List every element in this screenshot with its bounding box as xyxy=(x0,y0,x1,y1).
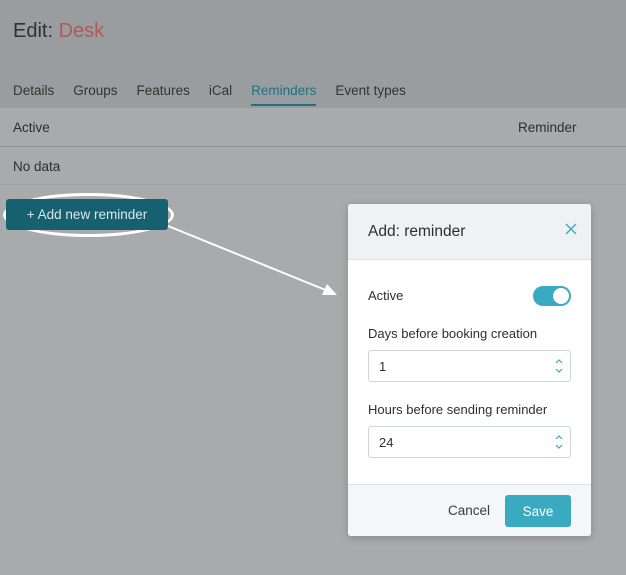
save-button[interactable]: Save xyxy=(505,495,571,527)
toggle-knob xyxy=(553,288,569,304)
stepper-icon[interactable] xyxy=(554,355,564,377)
add-reminder-button[interactable]: + Add new reminder xyxy=(6,199,168,230)
tab-bar: Details Groups Features iCal Reminders E… xyxy=(13,83,425,106)
dialog-header: Add: reminder xyxy=(348,204,591,260)
table-empty-row: No data xyxy=(0,147,626,185)
page-header: Edit: Desk Details Groups Features iCal … xyxy=(0,0,626,108)
hours-value: 24 xyxy=(379,435,394,450)
cancel-button[interactable]: Cancel xyxy=(448,503,490,518)
hours-input[interactable]: 24 xyxy=(368,426,571,458)
tab-reminders[interactable]: Reminders xyxy=(251,83,317,106)
dialog-title: Add: reminder xyxy=(368,223,466,240)
tab-groups[interactable]: Groups xyxy=(73,83,117,106)
page: Edit: Desk Details Groups Features iCal … xyxy=(0,0,626,575)
column-header-reminder[interactable]: Reminder xyxy=(518,120,577,135)
empty-state-text: No data xyxy=(13,159,61,174)
tab-ical[interactable]: iCal xyxy=(209,83,232,106)
active-toggle[interactable] xyxy=(533,286,571,306)
close-icon[interactable] xyxy=(563,221,579,237)
page-title: Edit: Desk xyxy=(13,20,104,43)
dialog-footer: Cancel Save xyxy=(348,484,591,536)
stepper-icon[interactable] xyxy=(554,431,564,453)
add-reminder-dialog: Add: reminder Active Days before booking… xyxy=(348,204,591,536)
active-label: Active xyxy=(368,288,404,303)
tab-features[interactable]: Features xyxy=(137,83,190,106)
table-header: Active Reminder xyxy=(0,108,626,147)
tab-event-types[interactable]: Event types xyxy=(335,83,406,106)
tab-details[interactable]: Details xyxy=(13,83,54,106)
days-label: Days before booking creation xyxy=(368,326,538,341)
title-prefix: Edit: xyxy=(13,20,54,42)
hours-label: Hours before sending reminder xyxy=(368,402,548,417)
days-input[interactable]: 1 xyxy=(368,350,571,382)
title-entity: Desk xyxy=(58,20,105,42)
days-value: 1 xyxy=(379,359,387,374)
column-header-active[interactable]: Active xyxy=(13,120,50,135)
